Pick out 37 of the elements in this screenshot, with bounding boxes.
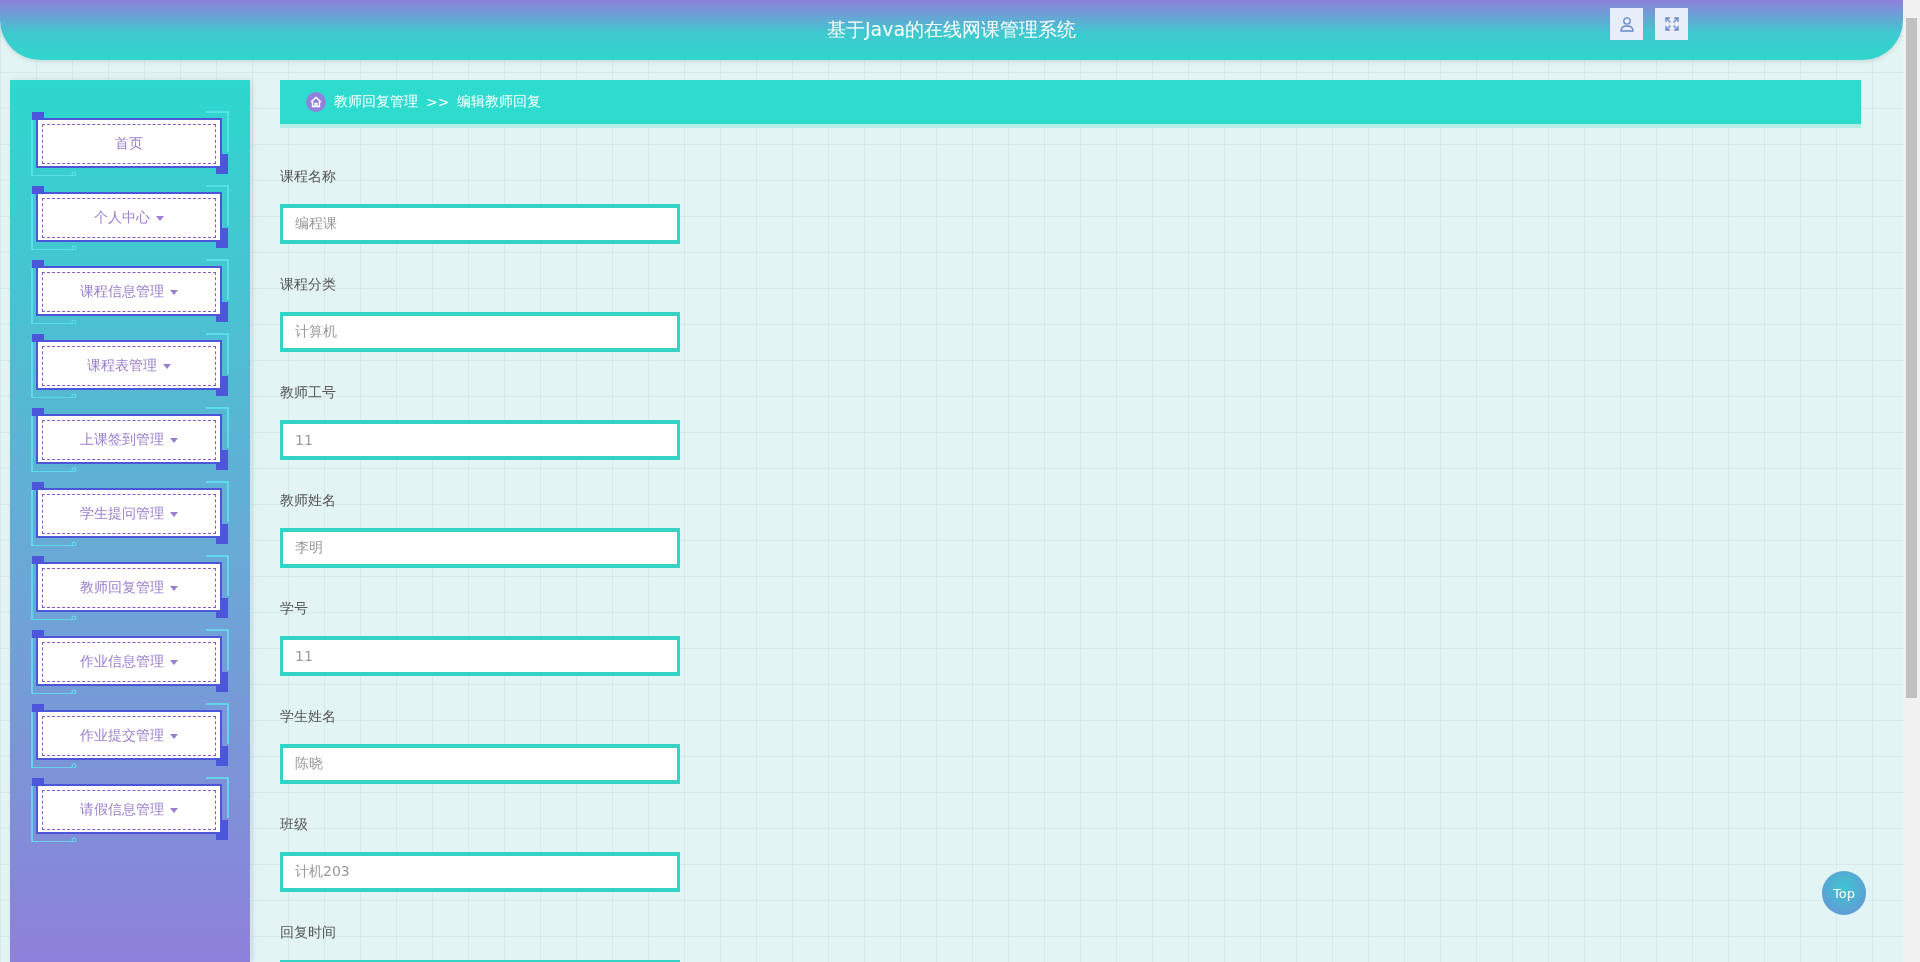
- expand-icon: [1664, 17, 1679, 31]
- menu-item[interactable]: 课程表管理: [36, 340, 222, 390]
- caret-icon: [170, 289, 178, 295]
- caret-icon: [170, 733, 178, 739]
- field-label: 回复时间: [280, 923, 337, 942]
- caret-icon: [170, 437, 178, 443]
- menu-item[interactable]: 上课签到管理: [36, 414, 222, 464]
- user-button[interactable]: [1610, 8, 1643, 40]
- menu-item[interactable]: 课程信息管理: [36, 266, 222, 316]
- field-label: 课程名称: [280, 167, 337, 186]
- menu-item[interactable]: 请假信息管理: [36, 784, 222, 834]
- fullscreen-button[interactable]: [1655, 8, 1688, 40]
- breadcrumb-current: 编辑教师回复: [457, 93, 542, 111]
- caret-icon: [170, 511, 178, 517]
- field-label: 课程分类: [280, 275, 337, 294]
- menu-item[interactable]: 个人中心: [36, 192, 222, 242]
- caret-icon: [156, 215, 164, 221]
- caret-icon: [170, 585, 178, 591]
- home-icon: [306, 92, 326, 112]
- user-icon: [1618, 16, 1635, 32]
- menu-item[interactable]: 学生提问管理: [36, 488, 222, 538]
- field-label: 教师工号: [280, 383, 337, 402]
- menu-item[interactable]: 教师回复管理: [36, 562, 222, 612]
- caret-icon: [170, 659, 178, 665]
- field-label: 学生姓名: [280, 707, 337, 726]
- menu-item[interactable]: 首页: [36, 118, 222, 168]
- field-label: 教师姓名: [280, 491, 337, 510]
- back-to-top-button[interactable]: Top: [1822, 871, 1866, 915]
- menu-item[interactable]: 作业信息管理: [36, 636, 222, 686]
- system-title: 基于Java的在线网课管理系统: [826, 17, 1077, 42]
- menu-item[interactable]: 作业提交管理: [36, 710, 222, 760]
- scrollbar[interactable]: [1903, 0, 1920, 962]
- caret-icon: [170, 807, 178, 813]
- field-label: 班级: [280, 815, 309, 834]
- caret-icon: [163, 363, 171, 369]
- breadcrumb-separator: >>: [426, 94, 450, 110]
- field-label: 学号: [280, 599, 309, 618]
